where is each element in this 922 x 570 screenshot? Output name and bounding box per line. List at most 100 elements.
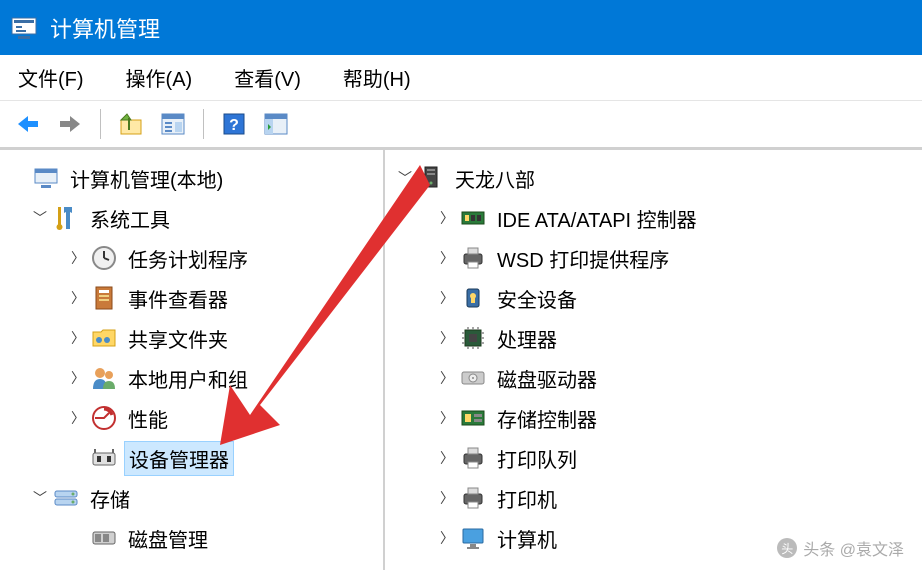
node-label: 磁盘驱动器 [493, 362, 601, 395]
system-tools-icon [52, 204, 80, 232]
toolbar-separator [203, 109, 204, 139]
node-label: 计算机 [493, 522, 561, 555]
title-bar: 计算机管理 [0, 0, 922, 55]
device-processor[interactable]: 〉 处理器 [395, 318, 922, 358]
storage-controller-icon [459, 404, 487, 432]
event-viewer-icon [90, 284, 118, 312]
show-hide-button[interactable] [258, 106, 294, 142]
chevron-right-icon[interactable]: 〉 [68, 368, 88, 388]
device-ide[interactable]: 〉 IDE ATA/ATAPI 控制器 [395, 198, 922, 238]
processor-icon [459, 324, 487, 352]
node-label: 性能 [124, 402, 172, 435]
disk-drive-icon [459, 364, 487, 392]
chevron-right-icon[interactable]: 〉 [437, 408, 457, 428]
computer-icon [417, 164, 445, 192]
tree-root-computer-management[interactable]: ▶ 计算机管理(本地) [10, 158, 383, 198]
menu-bar: 文件(F) 操作(A) 查看(V) 帮助(H) [0, 55, 922, 101]
node-label: 安全设备 [493, 282, 581, 315]
computer-management-icon [32, 164, 60, 192]
toolbar: ? [0, 101, 922, 149]
chevron-down-icon[interactable]: ﹀ [30, 488, 50, 508]
shared-folders-icon [90, 324, 118, 352]
device-print-queue[interactable]: 〉 打印队列 [395, 438, 922, 478]
chevron-down-icon[interactable]: ﹀ [395, 168, 415, 188]
device-printer[interactable]: 〉 打印机 [395, 478, 922, 518]
svg-text:?: ? [229, 117, 239, 134]
watermark-text: 头条 @袁文泽 [803, 536, 904, 560]
node-label: WSD 打印提供程序 [493, 242, 673, 275]
performance-icon [90, 404, 118, 432]
watermark-icon: 头 [777, 538, 797, 558]
content-panes: ▶ 计算机管理(本地) ﹀ 系统工具 〉 任务计划程序 〉 事件查看器 〉 共享… [0, 149, 922, 570]
forward-button[interactable] [52, 106, 88, 142]
menu-file[interactable]: 文件(F) [12, 59, 90, 96]
device-security[interactable]: 〉 安全设备 [395, 278, 922, 318]
device-root[interactable]: ﹀ 天龙八部 [395, 158, 922, 198]
node-label: IDE ATA/ATAPI 控制器 [493, 202, 701, 235]
node-label: 存储 [86, 482, 134, 515]
chevron-right-icon[interactable]: 〉 [437, 208, 457, 228]
node-label: 设备管理器 [124, 441, 234, 476]
back-button[interactable] [10, 106, 46, 142]
node-label: 磁盘管理 [124, 522, 212, 555]
printer-icon [459, 444, 487, 472]
security-device-icon [459, 284, 487, 312]
tree-event-viewer[interactable]: 〉 事件查看器 [10, 278, 383, 318]
chevron-right-icon[interactable]: 〉 [68, 328, 88, 348]
storage-icon [52, 484, 80, 512]
device-disk-drives[interactable]: 〉 磁盘驱动器 [395, 358, 922, 398]
chevron-right-icon[interactable]: 〉 [68, 288, 88, 308]
chevron-right-icon[interactable]: 〉 [437, 368, 457, 388]
node-label: 本地用户和组 [124, 362, 252, 395]
chevron-right-icon[interactable]: 〉 [437, 448, 457, 468]
chevron-right-icon[interactable]: 〉 [68, 248, 88, 268]
device-storage-controller[interactable]: 〉 存储控制器 [395, 398, 922, 438]
chevron-down-icon[interactable]: ﹀ [30, 208, 50, 228]
node-label: 任务计划程序 [124, 242, 252, 275]
chevron-right-icon[interactable]: 〉 [68, 408, 88, 428]
app-icon [8, 12, 40, 44]
node-label: 共享文件夹 [124, 322, 232, 355]
printer-icon [459, 484, 487, 512]
ide-controller-icon [459, 204, 487, 232]
tree-local-users[interactable]: 〉 本地用户和组 [10, 358, 383, 398]
node-label: 处理器 [493, 322, 561, 355]
device-wsd[interactable]: 〉 WSD 打印提供程序 [395, 238, 922, 278]
up-folder-button[interactable] [113, 106, 149, 142]
device-tree: ﹀ 天龙八部 〉 IDE ATA/ATAPI 控制器 〉 WSD 打印提供程序 … [385, 149, 922, 570]
tree-task-scheduler[interactable]: 〉 任务计划程序 [10, 238, 383, 278]
node-label: 打印机 [493, 482, 561, 515]
node-label: 打印队列 [493, 442, 581, 475]
window-title: 计算机管理 [50, 12, 160, 44]
monitor-icon [459, 524, 487, 552]
help-button[interactable]: ? [216, 106, 252, 142]
menu-help[interactable]: 帮助(H) [337, 59, 417, 96]
chevron-right-icon[interactable]: 〉 [437, 528, 457, 548]
properties-button[interactable] [155, 106, 191, 142]
toolbar-separator [100, 109, 101, 139]
node-label: 计算机管理(本地) [66, 162, 227, 195]
console-tree: ▶ 计算机管理(本地) ﹀ 系统工具 〉 任务计划程序 〉 事件查看器 〉 共享… [0, 149, 385, 570]
menu-action[interactable]: 操作(A) [120, 59, 199, 96]
tree-performance[interactable]: 〉 性能 [10, 398, 383, 438]
tree-storage[interactable]: ﹀ 存储 [10, 478, 383, 518]
tree-system-tools[interactable]: ﹀ 系统工具 [10, 198, 383, 238]
watermark: 头 头条 @袁文泽 [777, 536, 904, 560]
tree-device-manager[interactable]: ▶ 设备管理器 [10, 438, 383, 478]
printer-icon [459, 244, 487, 272]
chevron-right-icon[interactable]: 〉 [437, 328, 457, 348]
disk-management-icon [90, 524, 118, 552]
tree-shared-folders[interactable]: 〉 共享文件夹 [10, 318, 383, 358]
local-users-icon [90, 364, 118, 392]
menu-view[interactable]: 查看(V) [228, 59, 307, 96]
node-label: 事件查看器 [124, 282, 232, 315]
task-scheduler-icon [90, 244, 118, 272]
chevron-right-icon[interactable]: 〉 [437, 248, 457, 268]
node-label: 天龙八部 [451, 162, 539, 195]
chevron-right-icon[interactable]: 〉 [437, 488, 457, 508]
node-label: 存储控制器 [493, 402, 601, 435]
tree-disk-management[interactable]: ▶ 磁盘管理 [10, 518, 383, 558]
device-manager-icon [90, 444, 118, 472]
node-label: 系统工具 [86, 202, 174, 235]
chevron-right-icon[interactable]: 〉 [437, 288, 457, 308]
